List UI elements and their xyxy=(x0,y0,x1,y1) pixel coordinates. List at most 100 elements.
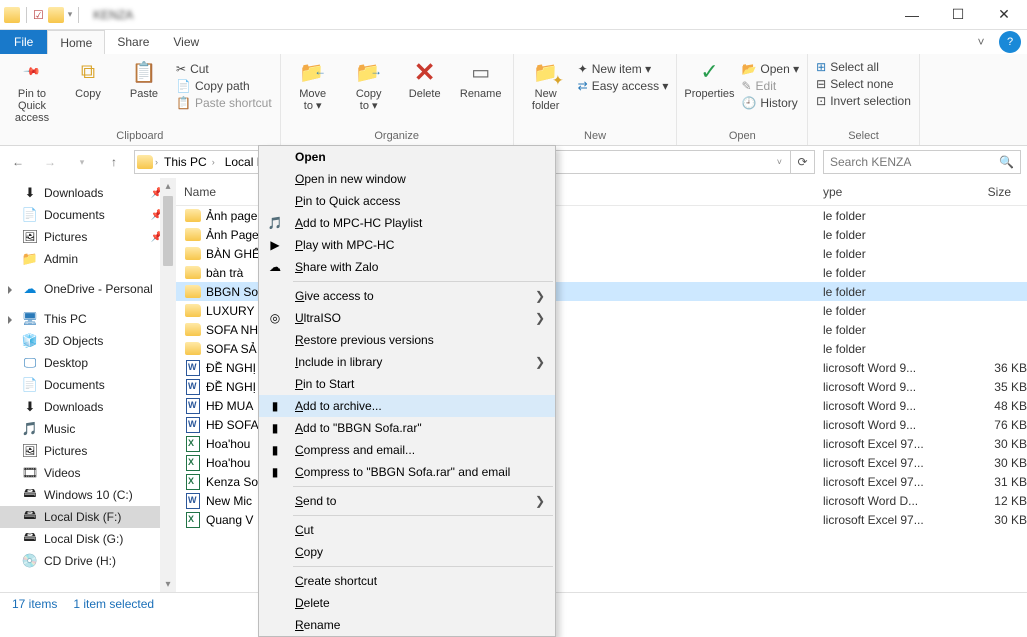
easy-access-button[interactable]: ⇄Easy access ▾ xyxy=(578,79,669,93)
cut-button[interactable]: ✂Cut xyxy=(176,62,272,76)
nav-item[interactable]: 📄Documents📌 xyxy=(0,204,175,226)
nav-item[interactable]: 🖴Local Disk (F:) xyxy=(0,506,175,528)
folder-icon xyxy=(48,7,64,23)
context-menu-item[interactable]: Copy xyxy=(259,541,555,563)
invert-selection-button[interactable]: ⊡Invert selection xyxy=(816,94,911,108)
column-type[interactable]: ype xyxy=(823,185,943,199)
context-menu-item[interactable]: Restore previous versions xyxy=(259,329,555,351)
select-all-button[interactable]: ⊞Select all xyxy=(816,60,911,74)
paste-button[interactable]: 📋Paste xyxy=(120,58,168,100)
copy-button[interactable]: ⧉Copy xyxy=(64,58,112,100)
tab-home[interactable]: Home xyxy=(47,30,105,54)
back-button[interactable]: ← xyxy=(6,150,30,174)
tab-view[interactable]: View xyxy=(161,30,211,54)
file-size: 12 KB xyxy=(947,494,1027,508)
folder-icon: 📁 xyxy=(22,251,38,267)
file-type: le folder xyxy=(823,228,947,242)
maximize-button[interactable]: ☐ xyxy=(935,0,981,30)
nav-item[interactable]: 🖴Local Disk (G:) xyxy=(0,528,175,550)
nav-item[interactable]: 🎞Videos xyxy=(0,462,175,484)
context-menu-item[interactable]: ◎UltraISO❯ xyxy=(259,307,555,329)
new-item-button[interactable]: ✦New item ▾ xyxy=(578,62,669,76)
nav-item[interactable]: 🧊3D Objects xyxy=(0,330,175,352)
new-folder-button[interactable]: 📁✦New folder xyxy=(522,58,570,112)
paste-shortcut-button[interactable]: 📋Paste shortcut xyxy=(176,96,272,110)
nav-item[interactable]: ⬇Downloads xyxy=(0,396,175,418)
help-button[interactable]: ? xyxy=(999,31,1021,53)
history-button[interactable]: 🕘History xyxy=(741,96,799,110)
nav-item[interactable]: 📁Admin xyxy=(0,248,175,270)
context-menu-item[interactable]: Include in library❯ xyxy=(259,351,555,373)
context-menu-item[interactable]: ☁Share with Zalo xyxy=(259,256,555,278)
context-menu-item[interactable]: Give access to❯ xyxy=(259,285,555,307)
context-menu-item[interactable]: ▮Compress to "BBGN Sofa.rar" and email xyxy=(259,461,555,483)
nav-item[interactable]: 🖼Pictures xyxy=(0,440,175,462)
context-menu-item[interactable]: Rename xyxy=(259,614,555,636)
context-menu-item[interactable]: Open xyxy=(259,146,555,168)
nav-label: Documents xyxy=(44,208,105,222)
properties-button[interactable]: ✓Properties xyxy=(685,58,733,100)
menu-label: Copy xyxy=(295,545,323,559)
nav-item[interactable]: 🎵Music xyxy=(0,418,175,440)
chevron-right-icon[interactable]: › xyxy=(155,157,158,167)
copy-to-button[interactable]: 📁→Copy to ▾ xyxy=(345,58,393,112)
context-menu-item[interactable]: ▮Compress and email... xyxy=(259,439,555,461)
nav-item[interactable]: 📄Documents xyxy=(0,374,175,396)
group-label: Organize xyxy=(289,128,505,145)
nav-item[interactable]: 💿CD Drive (H:) xyxy=(0,550,175,572)
status-item-count: 17 items xyxy=(12,597,57,611)
delete-button[interactable]: ✕Delete xyxy=(401,58,449,100)
context-menu-item[interactable]: Delete xyxy=(259,592,555,614)
nav-item[interactable]: 🖼Pictures📌 xyxy=(0,226,175,248)
context-menu-item[interactable]: Pin to Start xyxy=(259,373,555,395)
minimize-button[interactable]: — xyxy=(889,0,935,30)
nav-item[interactable]: 🖥This PC xyxy=(0,308,175,330)
open-button[interactable]: 📂Open ▾ xyxy=(741,62,799,76)
forward-button[interactable]: → xyxy=(38,150,62,174)
caret-icon[interactable]: ▾ xyxy=(68,9,73,20)
up-button[interactable]: ↑ xyxy=(102,150,126,174)
copy-path-button[interactable]: 📄Copy path xyxy=(176,79,272,93)
file-type: licrosoft Excel 97... xyxy=(823,456,947,470)
context-menu-item[interactable]: 🎵Add to MPC-HC Playlist xyxy=(259,212,555,234)
scroll-down-button[interactable]: ▾ xyxy=(160,576,176,592)
context-menu-item[interactable]: ▮Add to "BBGN Sofa.rar" xyxy=(259,417,555,439)
column-size[interactable]: Size xyxy=(943,185,1027,199)
chevron-down-icon[interactable]: ˅ xyxy=(771,157,788,167)
context-menu-item[interactable]: Cut xyxy=(259,519,555,541)
ribbon-collapse-button[interactable]: ˅ xyxy=(969,30,993,54)
context-menu-item[interactable]: Open in new window xyxy=(259,168,555,190)
rename-button[interactable]: ▭Rename xyxy=(457,58,505,100)
context-menu-item[interactable]: ▶Play with MPC-HC xyxy=(259,234,555,256)
folder-icon xyxy=(184,284,202,300)
context-menu-item[interactable]: Pin to Quick access xyxy=(259,190,555,212)
breadcrumb[interactable]: This PC› xyxy=(160,151,219,173)
context-menu-item[interactable]: Send to❯ xyxy=(259,490,555,512)
ribbon: 📌Pin to Quick access ⧉Copy 📋Paste ✂Cut 📄… xyxy=(0,54,1027,146)
scrollbar-thumb[interactable] xyxy=(163,196,173,266)
recent-locations-button[interactable]: ▾ xyxy=(70,150,94,174)
nav-item[interactable]: ☁OneDrive - Personal xyxy=(0,278,175,300)
select-none-button[interactable]: ⊟Select none xyxy=(816,77,911,91)
nav-label: Music xyxy=(44,422,75,436)
menu-label: Give access to xyxy=(295,289,374,303)
refresh-button[interactable]: ⟳ xyxy=(791,150,815,174)
nav-item[interactable]: 🖴Windows 10 (C:) xyxy=(0,484,175,506)
nav-item[interactable]: 🖵Desktop xyxy=(0,352,175,374)
file-type: le folder xyxy=(823,304,947,318)
menu-label: Compress to "BBGN Sofa.rar" and email xyxy=(295,465,510,479)
nav-item[interactable]: ⬇Downloads📌 xyxy=(0,182,175,204)
tab-share[interactable]: Share xyxy=(105,30,161,54)
context-menu-item[interactable]: ▮Add to archive... xyxy=(259,395,555,417)
navigation-pane[interactable]: ⬇Downloads📌📄Documents📌🖼Pictures📌📁Admin ☁O… xyxy=(0,178,176,592)
check-icon[interactable]: ☑ xyxy=(33,8,44,22)
search-input[interactable]: Search KENZA 🔍 xyxy=(823,150,1021,174)
move-to-button[interactable]: 📁←Move to ▾ xyxy=(289,58,337,112)
edit-button[interactable]: ✎Edit xyxy=(741,79,799,93)
nav-label: Downloads xyxy=(44,186,103,200)
context-menu-item[interactable]: Create shortcut xyxy=(259,570,555,592)
scroll-up-button[interactable]: ▴ xyxy=(160,178,176,194)
close-button[interactable]: ✕ xyxy=(981,0,1027,30)
pin-quick-access-button[interactable]: 📌Pin to Quick access xyxy=(8,58,56,124)
file-menu[interactable]: File xyxy=(0,30,47,54)
